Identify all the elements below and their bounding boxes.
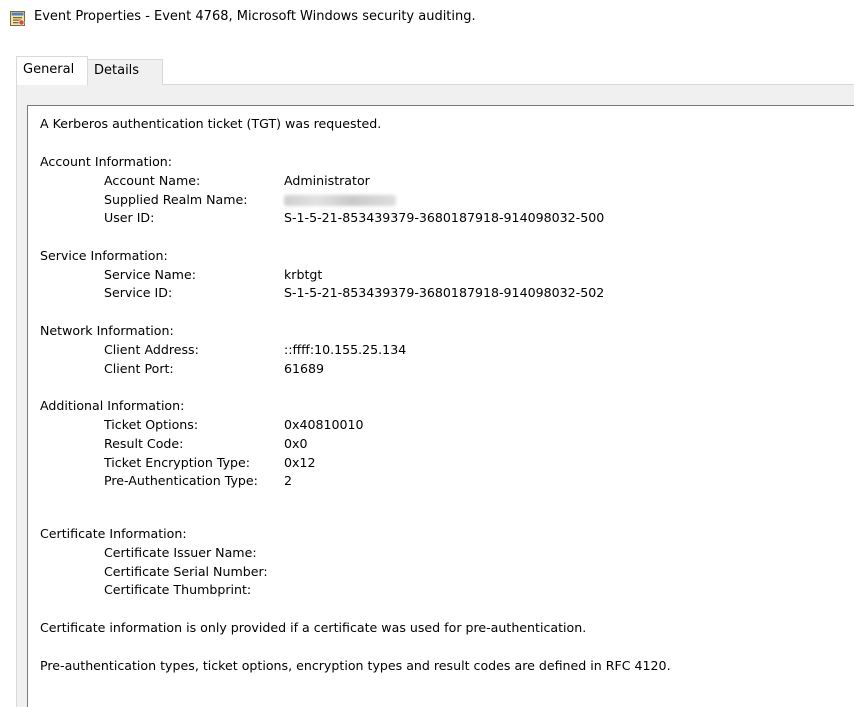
account-info-header: Account Information:: [40, 154, 172, 169]
service-name-value: krbtgt: [284, 267, 323, 282]
event-viewer-icon: [10, 11, 25, 26]
tab-strip: General Details: [16, 56, 854, 85]
title-bar[interactable]: Event Properties - Event 4768, Microsoft…: [0, 0, 854, 34]
network-info-header: Network Information:: [40, 323, 174, 338]
service-name-label: Service Name:: [104, 267, 196, 282]
client-address-label: Client Address:: [104, 342, 199, 357]
supplied-realm-label: Supplied Realm Name:: [104, 192, 248, 207]
redacted-realm-value: [284, 195, 396, 206]
event-properties-window: Event Properties - Event 4768, Microsoft…: [0, 0, 854, 707]
rfc-note: Pre-authentication types, ticket options…: [40, 658, 671, 673]
user-id-label: User ID:: [104, 210, 155, 225]
general-tab-panel: A Kerberos authentication ticket (TGT) w…: [16, 84, 854, 707]
service-id-value: S-1-5-21-853439379-3680187918-914098032-…: [284, 285, 605, 300]
certificate-info-header: Certificate Information:: [40, 526, 187, 541]
client-address-value: ::ffff:10.155.25.134: [284, 342, 407, 357]
tab-details[interactable]: Details: [88, 59, 163, 85]
service-id-label: Service ID:: [104, 285, 173, 300]
certificate-note: Certificate information is only provided…: [40, 620, 587, 635]
result-code-label: Result Code:: [104, 436, 184, 451]
ticket-options-value: 0x40810010: [284, 417, 364, 432]
user-id-value: S-1-5-21-853439379-3680187918-914098032-…: [284, 210, 605, 225]
window-title: Event Properties - Event 4768, Microsoft…: [34, 9, 476, 24]
ticket-options-label: Ticket Options:: [104, 417, 199, 432]
tab-general[interactable]: General: [16, 56, 88, 85]
additional-info-header: Additional Information:: [40, 398, 185, 413]
event-summary: A Kerberos authentication ticket (TGT) w…: [40, 116, 382, 131]
event-description-textbox[interactable]: A Kerberos authentication ticket (TGT) w…: [27, 105, 854, 707]
pre-auth-type-value: 2: [284, 473, 293, 488]
pre-auth-type-label: Pre-Authentication Type:: [104, 473, 258, 488]
cert-issuer-label: Certificate Issuer Name:: [104, 545, 257, 560]
cert-thumbprint-label: Certificate Thumbprint:: [104, 582, 252, 597]
account-name-label: Account Name:: [104, 173, 201, 188]
ticket-encryption-value: 0x12: [284, 455, 316, 470]
cert-serial-label: Certificate Serial Number:: [104, 564, 268, 579]
ticket-encryption-label: Ticket Encryption Type:: [104, 455, 251, 470]
result-code-value: 0x0: [284, 436, 308, 451]
client-port-value: 61689: [284, 361, 325, 376]
service-info-header: Service Information:: [40, 248, 168, 263]
client-port-label: Client Port:: [104, 361, 174, 376]
account-name-value: Administrator: [284, 173, 370, 188]
